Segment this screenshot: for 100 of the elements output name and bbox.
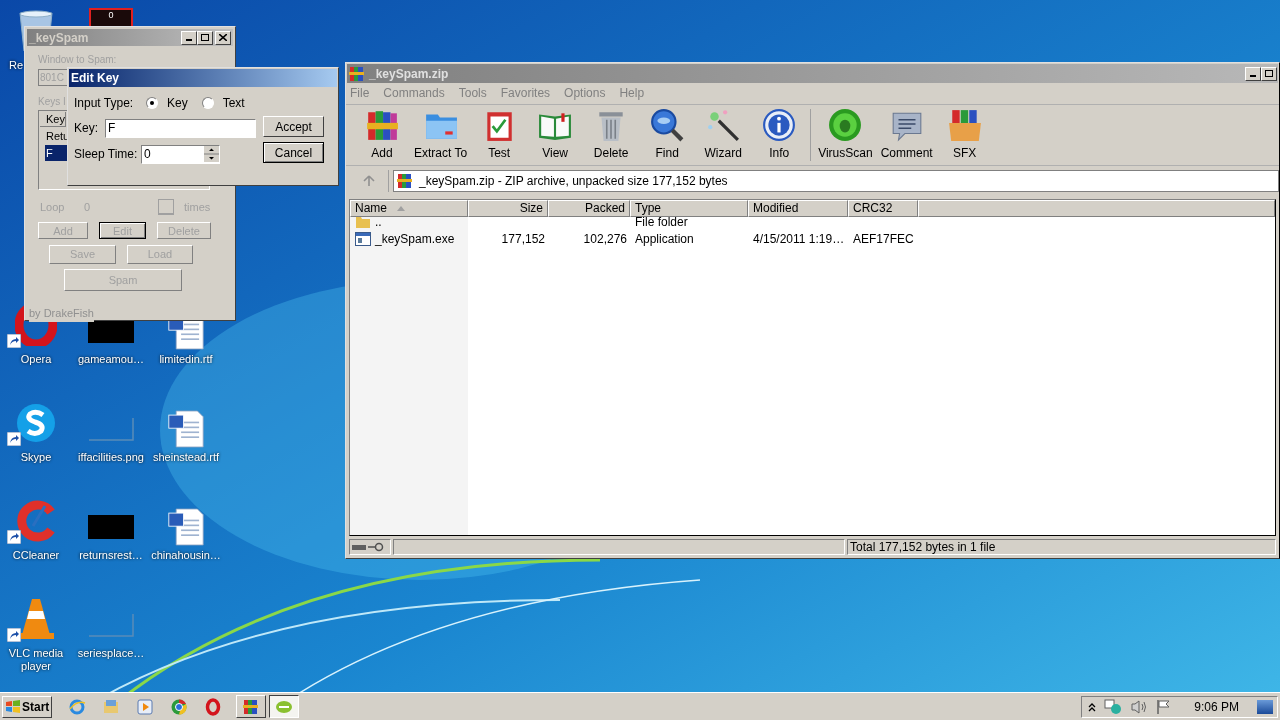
counter-thumbnail: 0 [89, 8, 133, 28]
ie-icon [68, 697, 87, 716]
quick-launch-button[interactable] [170, 697, 189, 716]
opera-icon [204, 697, 223, 716]
toolbar-button[interactable]: VirusScan [814, 108, 877, 165]
key-field[interactable]: F [105, 118, 256, 138]
network-icon[interactable] [1104, 698, 1123, 715]
clock[interactable]: 9:06 PM [1194, 697, 1239, 716]
toolbar-button[interactable]: Test [471, 108, 528, 165]
explorer-icon [102, 697, 121, 716]
desktop-icon-label[interactable]: seriesplace… [77, 647, 145, 660]
toolbar-button[interactable]: Find [639, 108, 696, 165]
column-header[interactable]: Modified [748, 200, 848, 217]
radio-button[interactable] [201, 97, 214, 109]
window-title: _keySpam.zip [369, 65, 450, 83]
toolbar-button[interactable]: View [527, 108, 584, 165]
maximize-icon [1265, 70, 1273, 77]
info-icon [762, 108, 797, 142]
cancel-button[interactable]: Cancel [263, 142, 324, 163]
table-cell-text: 102,276 [583, 230, 627, 248]
key-label: Key: [74, 120, 99, 137]
image-thumbnail [88, 613, 134, 637]
magnifier-icon [650, 108, 685, 142]
toolbar-button[interactable]: Info [751, 108, 808, 165]
desktop-icon-label[interactable]: Re [9, 59, 24, 72]
desktop-icon-label[interactable]: chinahousin… [151, 549, 221, 562]
radio-label[interactable]: Key [167, 94, 188, 112]
input-type-label: Input Type: [74, 95, 135, 112]
chevron-up-icon[interactable] [1088, 701, 1097, 712]
column-header[interactable]: Packed [548, 200, 630, 217]
table-cell-text: 177,152 [501, 230, 545, 248]
minimize-button[interactable] [181, 30, 197, 45]
window-title: _keySpam [29, 29, 90, 47]
desktop-icon-label[interactable]: Opera [20, 353, 52, 366]
column-header[interactable]: Name [350, 200, 468, 217]
quick-launch-button[interactable] [204, 697, 223, 716]
desktop-icon-label[interactable]: sheinstead.rtf [152, 451, 219, 464]
table-cell-text: File folder [635, 214, 688, 231]
ccleaner-icon [15, 500, 57, 542]
spinner-icon [204, 146, 219, 162]
desktop-icon-label[interactable]: iffacilities.png [78, 451, 144, 464]
sleep-time-field[interactable]: 0 [141, 144, 220, 164]
desktop-icon-label[interactable]: gameamou… [77, 353, 144, 366]
toolbar-button[interactable]: Delete [583, 108, 640, 165]
windows-logo-icon [5, 698, 21, 715]
toolbar-button[interactable]: Extract To [410, 108, 472, 165]
skype-icon [15, 402, 57, 444]
application-icon [355, 231, 371, 246]
archive-icon [365, 108, 399, 142]
up-arrow-icon [362, 175, 375, 187]
radio-button[interactable] [146, 97, 158, 109]
image-thumbnail [88, 319, 134, 343]
shortcut-arrow-icon [7, 334, 21, 348]
column-header[interactable]: Key [40, 112, 66, 127]
close-icon [219, 34, 227, 41]
box-icon [947, 108, 982, 142]
chrome-icon [170, 697, 189, 716]
column-header[interactable]: Type [630, 200, 748, 217]
toolbar-button[interactable]: Wizard [695, 108, 752, 165]
table-cell-text: 4/15/2011 1:19… [753, 230, 845, 248]
show-desktop-button[interactable] [1257, 699, 1273, 714]
key-row[interactable]: F [45, 145, 67, 161]
word-document-icon [168, 508, 204, 546]
start-button[interactable]: Start [2, 695, 53, 718]
status-text: Total 177,152 bytes in 1 file [847, 539, 1276, 555]
volume-icon[interactable] [1130, 698, 1149, 715]
minimize-button[interactable] [1245, 66, 1261, 81]
dialog-title: Edit Key [71, 70, 119, 87]
drive-icon [352, 543, 366, 551]
image-thumbnail [88, 515, 134, 539]
folder-icon [355, 214, 371, 229]
desktop-icon-label[interactable]: limitedin.rtf [159, 353, 213, 366]
column-header[interactable]: Size [468, 200, 548, 217]
table-cell-text: AEF17FEC [853, 230, 914, 248]
desktop-icon-label[interactable]: returnsrest… [79, 549, 143, 562]
taskbar-button[interactable] [269, 695, 300, 718]
shortcut-arrow-icon [7, 530, 21, 544]
sort-arrow-icon [397, 206, 405, 211]
maximize-button[interactable] [197, 30, 213, 45]
path-field[interactable]: _keySpam.zip - ZIP archive, unpacked size 177,152 bytes [393, 170, 1279, 192]
radio-label[interactable]: Text [222, 94, 245, 112]
maximize-button[interactable] [1261, 66, 1277, 81]
desktop-icon-label[interactable]: Skype [20, 451, 52, 464]
archive-icon [397, 173, 413, 189]
accept-button[interactable]: Accept [263, 116, 324, 137]
toolbar-button[interactable]: SFX [936, 108, 993, 165]
close-button[interactable] [215, 30, 231, 45]
maximize-icon [201, 34, 209, 41]
sleep-time-label: Sleep Time: [74, 146, 139, 163]
toolbar-button[interactable]: Add [354, 108, 410, 165]
column-header[interactable]: CRC32 [848, 200, 918, 217]
image-thumbnail [88, 417, 134, 441]
key-icon [368, 542, 384, 552]
table-cell[interactable]: _keySpam.exe [375, 229, 455, 248]
toolbar-button[interactable]: Comment [876, 108, 937, 165]
desktop-icon-label[interactable]: CCleaner [12, 549, 60, 562]
wand-icon [706, 108, 741, 142]
winrar-icon [242, 697, 261, 716]
desktop-icon-label[interactable]: VLC media player [0, 647, 73, 673]
table-cell-text: Application [635, 230, 694, 248]
